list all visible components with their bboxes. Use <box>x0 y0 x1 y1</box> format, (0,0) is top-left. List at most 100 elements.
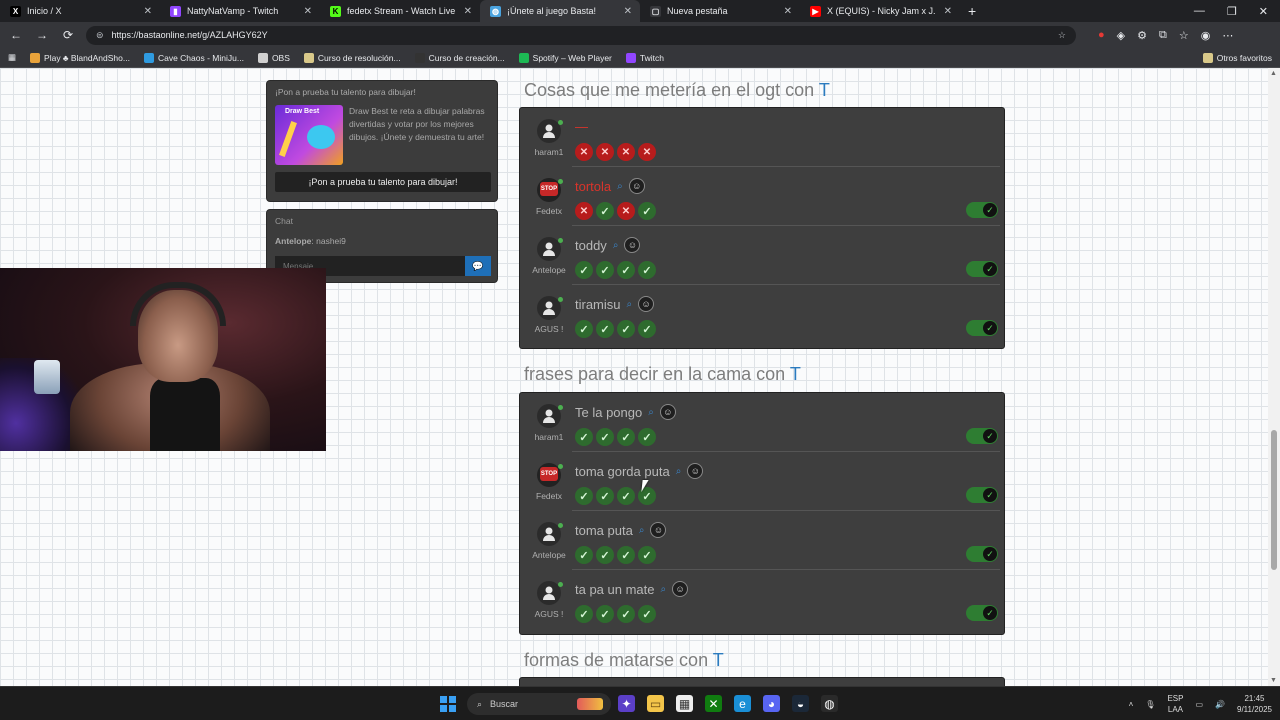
forward-icon[interactable]: → <box>34 28 50 42</box>
accept-toggle[interactable]: ✓ <box>966 546 998 562</box>
accept-toggle[interactable]: ✓ <box>966 605 998 621</box>
scroll-down-icon[interactable]: ▼ <box>1270 677 1277 684</box>
cross-icon[interactable]: ✕ <box>617 202 635 220</box>
check-icon[interactable]: ✓ <box>596 320 614 338</box>
bookmark-item[interactable]: OBS <box>257 52 290 63</box>
check-icon[interactable]: ✓ <box>638 428 656 446</box>
favorites-icon[interactable]: ☆ <box>1179 29 1189 42</box>
check-icon[interactable]: ✓ <box>575 546 593 564</box>
vote-face-icon[interactable]: ☺ <box>659 404 676 420</box>
volume-icon[interactable]: 🔊 <box>1215 700 1225 709</box>
network-icon[interactable]: ▭ <box>1195 700 1203 709</box>
check-icon[interactable]: ✓ <box>638 202 656 220</box>
check-icon[interactable]: ✓ <box>596 261 614 279</box>
search-icon[interactable]: ⌕ <box>627 299 633 310</box>
accept-toggle[interactable]: ✓ <box>966 202 998 218</box>
xbox-icon[interactable]: ✕ <box>705 695 722 712</box>
vote-face-icon[interactable]: ☺ <box>687 463 704 479</box>
vote-face-icon[interactable]: ☺ <box>624 237 641 253</box>
search-icon[interactable]: ⌕ <box>676 466 682 477</box>
edge-icon[interactable]: e <box>734 695 751 712</box>
obs-icon[interactable]: ◍ <box>821 695 838 712</box>
accept-toggle[interactable]: ✓ <box>966 428 998 444</box>
check-icon[interactable]: ✓ <box>617 320 635 338</box>
check-icon[interactable]: ✓ <box>617 261 635 279</box>
check-icon[interactable]: ✓ <box>596 546 614 564</box>
check-icon[interactable]: ✓ <box>638 320 656 338</box>
accept-toggle[interactable]: ✓ <box>966 320 998 336</box>
extension-icon[interactable]: ⚙ <box>1137 29 1147 42</box>
cross-icon[interactable]: ✕ <box>575 202 593 220</box>
search-icon[interactable]: ⌕ <box>648 407 654 418</box>
check-icon[interactable]: ✓ <box>596 605 614 623</box>
vote-face-icon[interactable]: ☺ <box>650 522 667 538</box>
bookmark-star-icon[interactable]: ☆ <box>1058 30 1066 41</box>
check-icon[interactable]: ✓ <box>617 428 635 446</box>
page-scrollbar[interactable]: ▲ ▼ <box>1268 68 1280 686</box>
check-icon[interactable]: ✓ <box>575 428 593 446</box>
check-icon[interactable]: ✓ <box>638 605 656 623</box>
apps-grid-icon[interactable]: ▦ <box>8 52 16 63</box>
search-icon[interactable]: ⌕ <box>639 525 645 536</box>
store-icon[interactable]: ▦ <box>676 695 693 712</box>
extension-icon[interactable]: ● <box>1098 29 1105 41</box>
accept-toggle[interactable]: ✓ <box>966 261 998 277</box>
scrollbar-thumb[interactable] <box>1271 430 1277 570</box>
cross-icon[interactable]: ✕ <box>617 143 635 161</box>
taskbar-search[interactable]: ⌕ Buscar <box>467 693 611 715</box>
browser-tab[interactable]: ▮ NattyNatVamp - Twitch ✕ <box>160 0 320 22</box>
close-tab-icon[interactable]: ✕ <box>304 6 312 17</box>
browser-tab[interactable]: ▢ Nueva pestaña ✕ <box>640 0 800 22</box>
bookmark-item[interactable]: Twitch <box>625 52 664 63</box>
browser-tab[interactable]: Kfedetx Stream - Watch Live on Kick ✕ <box>320 0 480 22</box>
language-indicator[interactable]: ESP LAA <box>1167 693 1183 715</box>
new-tab-button[interactable]: + <box>960 3 984 19</box>
check-icon[interactable]: ✓ <box>596 428 614 446</box>
site-info-icon[interactable]: ⊜ <box>96 30 104 41</box>
search-icon[interactable]: ⌕ <box>613 240 619 251</box>
vote-face-icon[interactable]: ☺ <box>672 581 689 597</box>
drawbest-promo-image[interactable]: Draw Best <box>275 105 343 165</box>
check-icon[interactable]: ✓ <box>575 605 593 623</box>
file-explorer-icon[interactable]: ▭ <box>647 695 664 712</box>
check-icon[interactable]: ✓ <box>617 487 635 505</box>
bookmark-item[interactable]: Spotify – Web Player <box>518 52 612 63</box>
vote-face-icon[interactable]: ☺ <box>628 178 645 194</box>
check-icon[interactable]: ✓ <box>596 487 614 505</box>
check-icon[interactable]: ✓ <box>596 202 614 220</box>
other-bookmarks[interactable]: Otros favoritos <box>1202 52 1272 63</box>
windows-start-icon[interactable] <box>440 696 456 712</box>
browser-tab[interactable]: ▶ X (EQUIS) - Nicky Jam x J. Balvin ✕ <box>800 0 960 22</box>
vote-face-icon[interactable]: ☺ <box>638 296 655 312</box>
promo-button[interactable]: ¡Pon a prueba tu talento para dibujar! <box>275 172 491 192</box>
minimize-icon[interactable]: — <box>1194 5 1205 18</box>
bookmark-item[interactable]: Curso de creación... <box>414 52 505 63</box>
microphone-icon[interactable]: 🎙 <box>1145 700 1155 709</box>
tray-chevron-icon[interactable]: ˄ <box>1129 700 1134 709</box>
copilot-icon[interactable]: ✦ <box>618 695 635 712</box>
url-bar[interactable]: ⊜ https://bastaonline.net/g/AZLAHGY62Y ☆ <box>86 25 1076 45</box>
profile-avatar[interactable]: ◉ <box>1201 29 1211 42</box>
check-icon[interactable]: ✓ <box>575 487 593 505</box>
cross-icon[interactable]: ✕ <box>596 143 614 161</box>
clock[interactable]: 21:45 9/11/2025 <box>1237 693 1272 715</box>
close-window-icon[interactable]: ✕ <box>1259 5 1268 18</box>
bookmark-item[interactable]: Curso de resolución... <box>303 52 401 63</box>
close-tab-icon[interactable]: ✕ <box>944 6 952 17</box>
discord-icon[interactable]: ◕ <box>763 695 780 712</box>
browser-tab[interactable]: ◍ ¡Únete al juego Basta! ✕ <box>480 0 640 22</box>
extensions-puzzle-icon[interactable]: ⧉ <box>1159 29 1167 42</box>
close-tab-icon[interactable]: ✕ <box>464 6 472 17</box>
reload-icon[interactable]: ⟳ <box>60 28 76 42</box>
search-icon[interactable]: ⌕ <box>617 181 623 192</box>
steam-icon[interactable]: ◒ <box>792 695 809 712</box>
close-tab-icon[interactable]: ✕ <box>784 6 792 17</box>
chat-send-button[interactable]: 💬 <box>465 256 491 276</box>
back-icon[interactable]: ← <box>8 28 24 42</box>
extension-icon[interactable]: ◈ <box>1117 29 1125 42</box>
scroll-up-icon[interactable]: ▲ <box>1270 70 1277 77</box>
bookmark-item[interactable]: Play ♣ BlandAndSho... <box>30 52 130 63</box>
accept-toggle[interactable]: ✓ <box>966 487 998 503</box>
bookmark-item[interactable]: Cave Chaos - MiniJu... <box>143 52 244 63</box>
browser-tab[interactable]: X Inicio / X ✕ <box>0 0 160 22</box>
